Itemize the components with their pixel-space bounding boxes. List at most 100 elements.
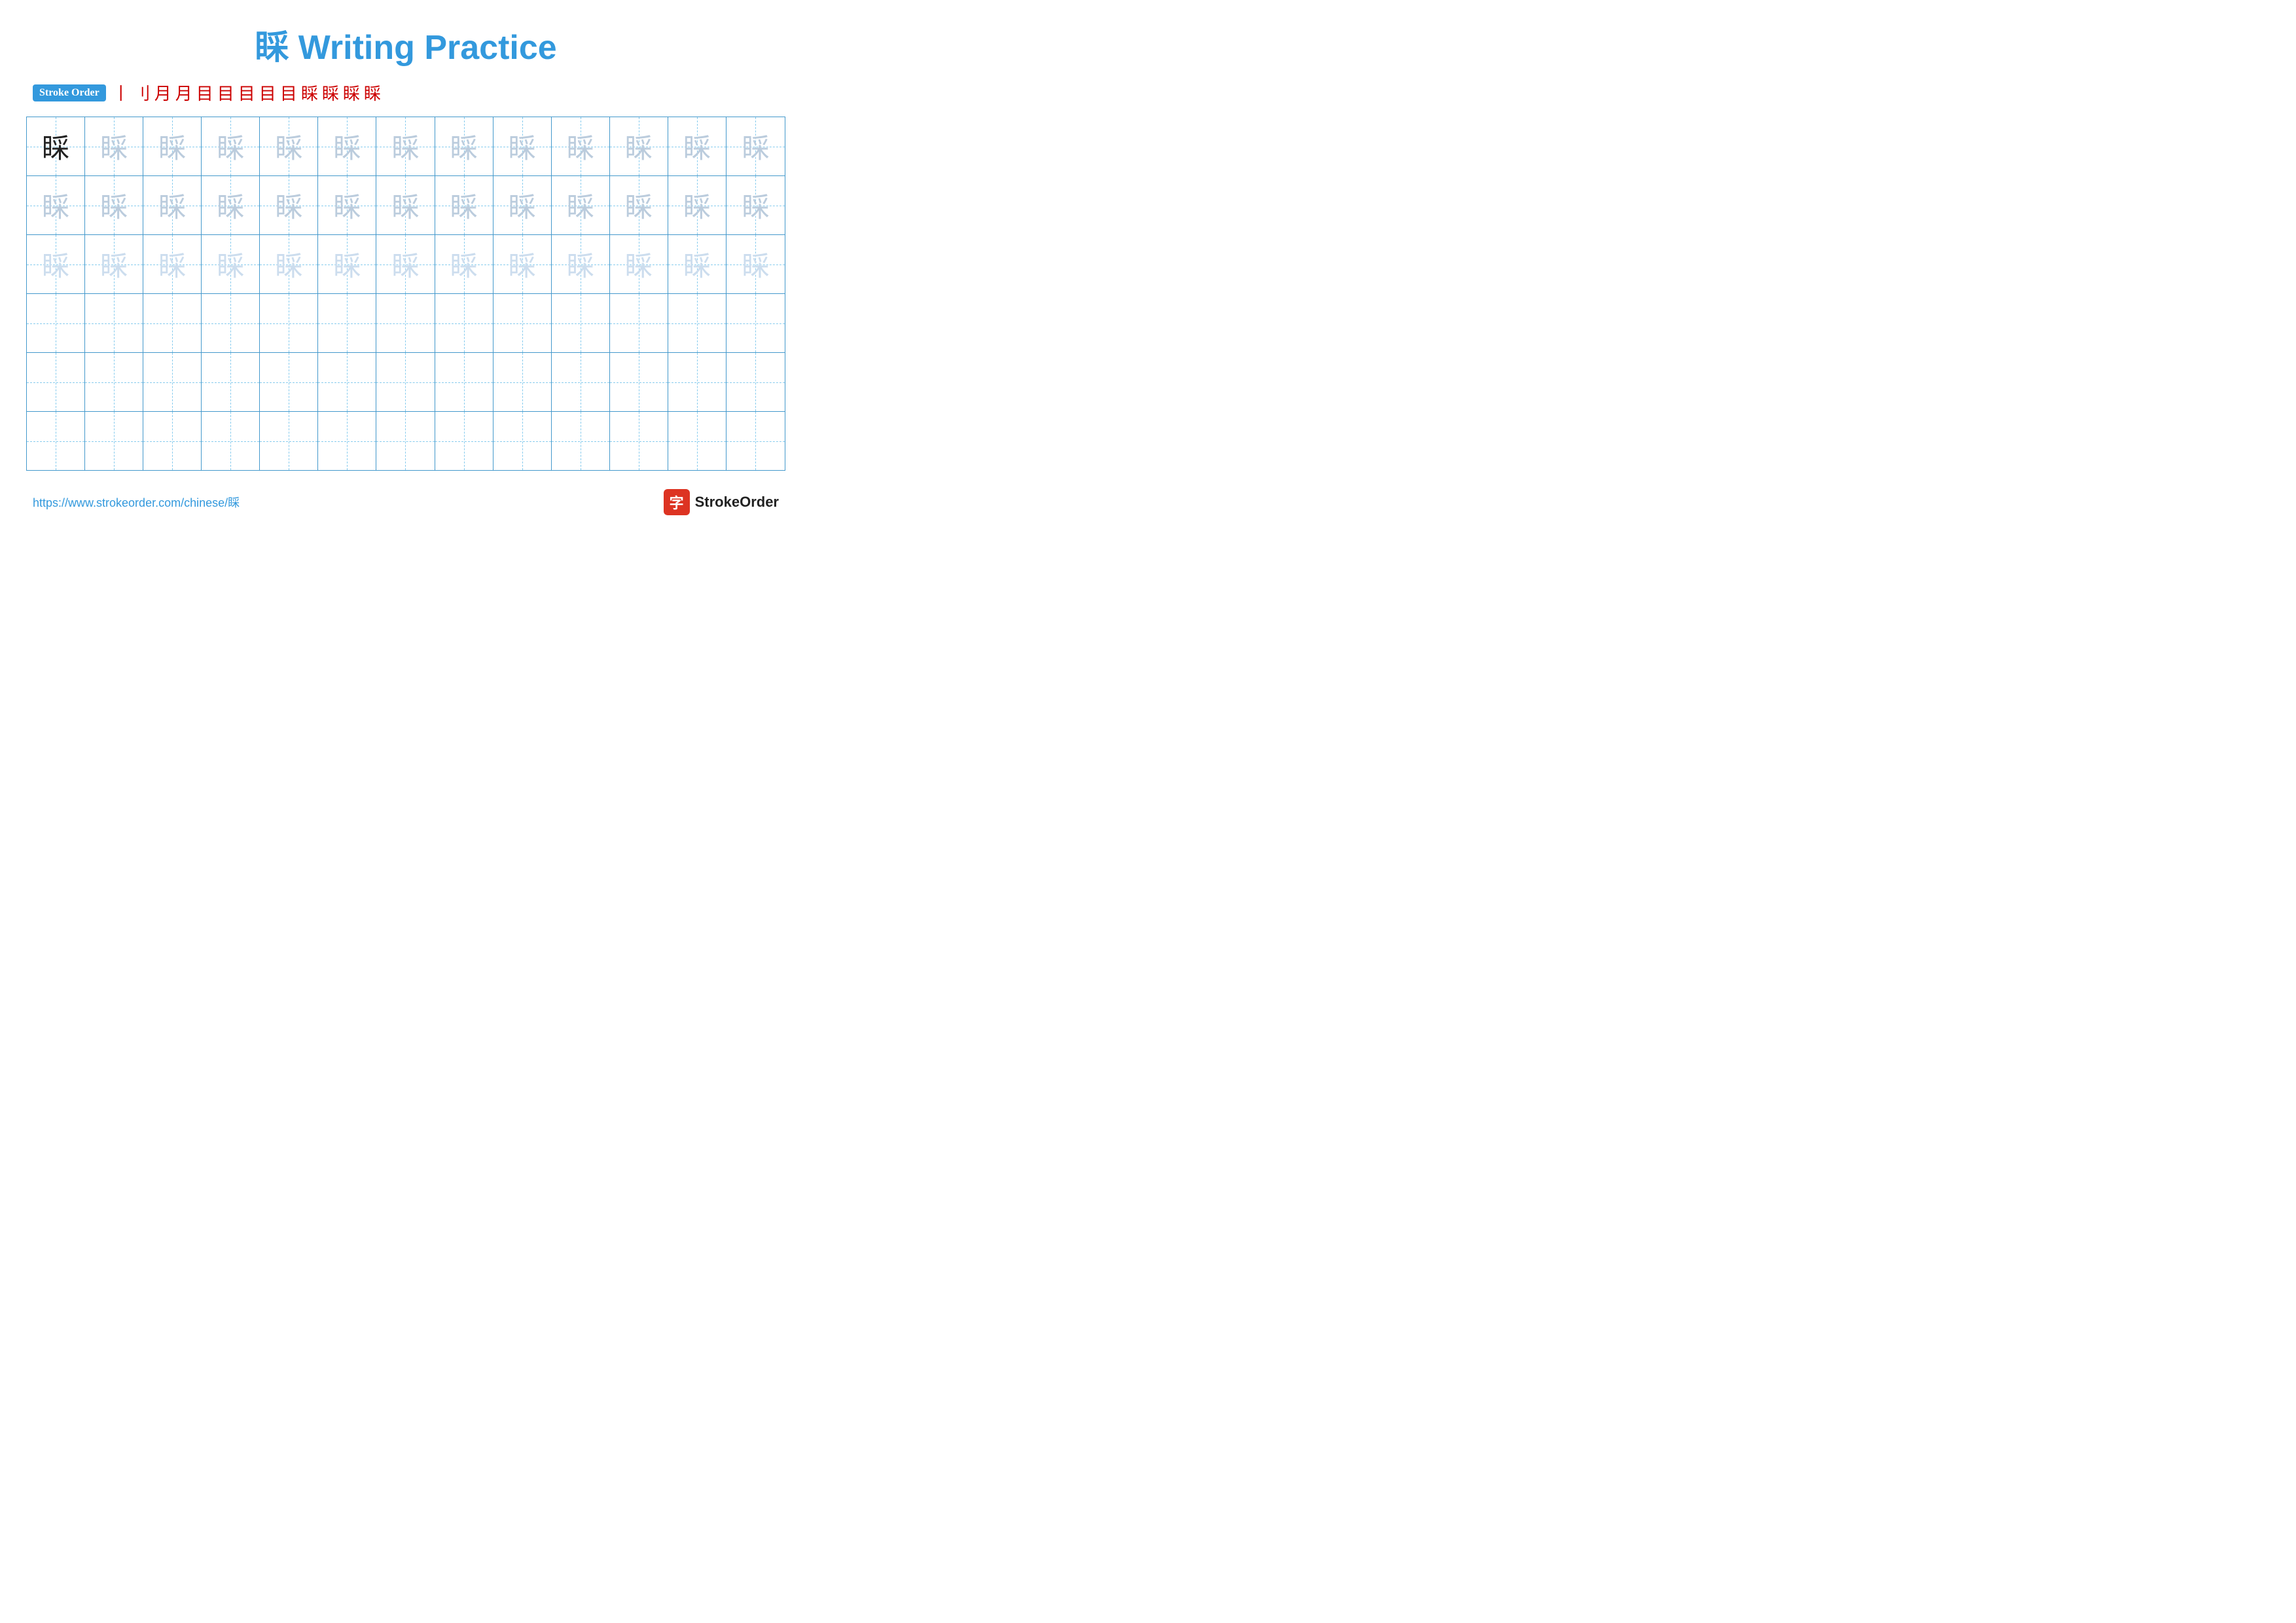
character-display: 睬 xyxy=(100,126,128,166)
grid-cell xyxy=(318,353,376,411)
grid-cell xyxy=(610,353,668,411)
grid-cell: 睬 xyxy=(85,176,143,234)
character-display: 睬 xyxy=(742,126,769,166)
grid-cell: 睬 xyxy=(318,117,376,175)
stroke-step: 睬 xyxy=(322,81,339,105)
grid-cell xyxy=(552,412,610,470)
character-display: 睬 xyxy=(567,185,594,225)
grid-cell: 睬 xyxy=(143,117,202,175)
grid-cell xyxy=(260,353,318,411)
grid-cell: 睬 xyxy=(435,176,493,234)
grid-row: 睬睬睬睬睬睬睬睬睬睬睬睬睬 xyxy=(27,117,785,176)
grid-cell: 睬 xyxy=(27,235,85,293)
footer: https://www.strokeorder.com/chinese/睬 字 … xyxy=(26,489,785,515)
stroke-step: 月 xyxy=(154,81,171,105)
character-display: 睬 xyxy=(567,126,594,166)
grid-cell xyxy=(493,294,552,352)
grid-cell xyxy=(376,412,435,470)
grid-cell: 睬 xyxy=(610,176,668,234)
grid-cell: 睬 xyxy=(668,117,726,175)
stroke-step: 月 xyxy=(175,81,192,105)
character-display: 睬 xyxy=(683,185,711,225)
character-display: 睬 xyxy=(42,185,69,225)
character-display: 睬 xyxy=(625,244,653,284)
grid-cell xyxy=(202,412,260,470)
stroke-step: 目 xyxy=(238,81,255,105)
page-title: 睬 Writing Practice xyxy=(26,20,785,69)
grid-cell: 睬 xyxy=(610,235,668,293)
stroke-step: 目 xyxy=(280,81,297,105)
grid-cell xyxy=(552,353,610,411)
stroke-order-row: Stroke Order 丨刂月月目目目目目睬睬睬睬 xyxy=(26,81,785,105)
grid-cell: 睬 xyxy=(260,176,318,234)
character-display: 睬 xyxy=(100,185,128,225)
grid-cell xyxy=(318,412,376,470)
footer-logo-text: StrokeOrder xyxy=(695,494,779,511)
character-display: 睬 xyxy=(217,244,244,284)
grid-cell xyxy=(668,353,726,411)
grid-cell xyxy=(726,294,785,352)
character-display: 睬 xyxy=(509,126,536,166)
grid-cell xyxy=(85,294,143,352)
character-display: 睬 xyxy=(509,185,536,225)
character-display: 睬 xyxy=(333,244,361,284)
stroke-step: 睬 xyxy=(343,81,360,105)
grid-cell: 睬 xyxy=(376,176,435,234)
footer-logo: 字 StrokeOrder xyxy=(664,489,779,515)
grid-cell xyxy=(493,412,552,470)
grid-cell: 睬 xyxy=(668,176,726,234)
grid-cell: 睬 xyxy=(318,235,376,293)
character-display: 睬 xyxy=(275,185,302,225)
character-display: 睬 xyxy=(450,185,478,225)
stroke-steps: 丨刂月月目目目目目睬睬睬睬 xyxy=(113,81,381,105)
grid-cell: 睬 xyxy=(493,235,552,293)
character-display: 睬 xyxy=(42,126,69,166)
grid-cell xyxy=(202,294,260,352)
character-display: 睬 xyxy=(158,244,186,284)
grid-cell: 睬 xyxy=(493,176,552,234)
grid-cell: 睬 xyxy=(726,176,785,234)
grid-cell xyxy=(143,353,202,411)
character-display: 睬 xyxy=(450,244,478,284)
grid-cell: 睬 xyxy=(85,235,143,293)
grid-cell xyxy=(668,412,726,470)
character-display: 睬 xyxy=(450,126,478,166)
grid-cell: 睬 xyxy=(552,117,610,175)
grid-cell xyxy=(376,353,435,411)
grid-cell xyxy=(143,294,202,352)
practice-grid: 睬睬睬睬睬睬睬睬睬睬睬睬睬睬睬睬睬睬睬睬睬睬睬睬睬睬睬睬睬睬睬睬睬睬睬睬睬睬睬 xyxy=(26,117,785,471)
grid-cell: 睬 xyxy=(27,117,85,175)
grid-row xyxy=(27,294,785,353)
character-display: 睬 xyxy=(100,244,128,284)
grid-cell: 睬 xyxy=(27,176,85,234)
grid-cell xyxy=(726,353,785,411)
character-display: 睬 xyxy=(742,244,769,284)
stroke-step: 目 xyxy=(217,81,234,105)
grid-row: 睬睬睬睬睬睬睬睬睬睬睬睬睬 xyxy=(27,235,785,294)
character-display: 睬 xyxy=(275,244,302,284)
grid-cell xyxy=(260,294,318,352)
grid-cell xyxy=(143,412,202,470)
grid-cell: 睬 xyxy=(143,235,202,293)
grid-cell xyxy=(27,353,85,411)
character-display: 睬 xyxy=(391,185,419,225)
grid-cell: 睬 xyxy=(260,235,318,293)
grid-cell: 睬 xyxy=(435,235,493,293)
grid-cell xyxy=(610,412,668,470)
character-display: 睬 xyxy=(217,185,244,225)
stroke-step: 丨 xyxy=(113,81,130,105)
stroke-step: 目 xyxy=(259,81,276,105)
grid-cell xyxy=(435,294,493,352)
grid-cell: 睬 xyxy=(143,176,202,234)
character-display: 睬 xyxy=(158,126,186,166)
grid-cell: 睬 xyxy=(668,235,726,293)
grid-cell: 睬 xyxy=(552,235,610,293)
grid-cell xyxy=(376,294,435,352)
stroke-step: 刂 xyxy=(134,81,151,105)
grid-cell xyxy=(85,412,143,470)
character-display: 睬 xyxy=(625,185,653,225)
grid-cell: 睬 xyxy=(376,235,435,293)
grid-cell xyxy=(668,294,726,352)
grid-cell: 睬 xyxy=(493,117,552,175)
grid-cell xyxy=(202,353,260,411)
